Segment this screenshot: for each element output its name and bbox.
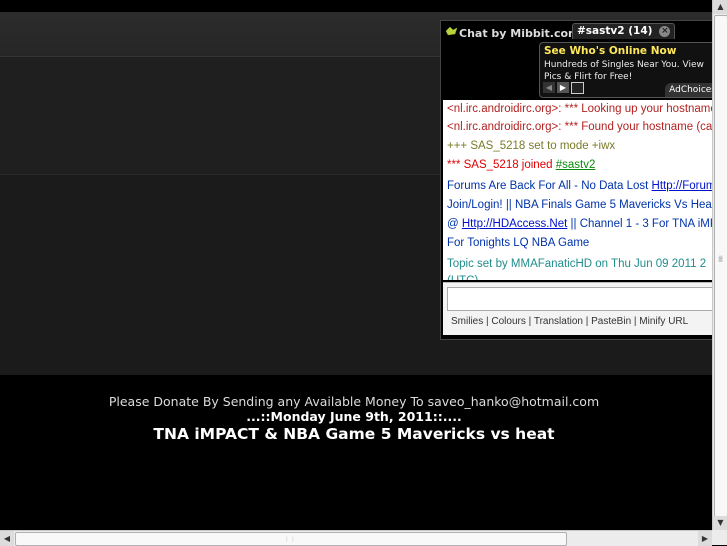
page-footer: Please Donate By Sending any Available M…: [0, 375, 712, 530]
hdaccess-link[interactable]: Http://HDAccess.Net: [462, 218, 567, 230]
chat-tools: Smilies | Colours | Translation | PasteB…: [451, 316, 689, 327]
chat-message: <nl.irc.androidirc.org>: *** Found your …: [447, 121, 713, 133]
translation-link[interactable]: Translation: [534, 316, 583, 327]
date-text: ...::Monday June 9th, 2011::....: [246, 409, 462, 424]
chat-messages: <nl.irc.androidirc.org>: *** Looking up …: [443, 100, 713, 280]
colours-link[interactable]: Colours: [491, 316, 525, 327]
vertical-scroll-thumb[interactable]: ≡ ≡: [714, 15, 727, 517]
ad-next-icon[interactable]: ▶: [557, 82, 569, 93]
chat-message: <nl.irc.androidirc.org>: *** Looking up …: [447, 103, 713, 115]
channel-link[interactable]: #sastv2: [556, 159, 596, 171]
tab-close-icon[interactable]: ×: [659, 26, 671, 37]
minify-url-link[interactable]: Minify URL: [639, 316, 688, 327]
topic-line: Forums Are Back For All - No Data Lost H…: [447, 177, 713, 196]
scroll-right-icon[interactable]: ▶: [698, 531, 712, 546]
forums-link[interactable]: Http://Forums: [652, 180, 713, 192]
chat-input-area: Smilies | Colours | Translation | PasteB…: [443, 282, 713, 335]
scroll-down-icon[interactable]: ▼: [713, 516, 727, 530]
ad-text[interactable]: Hundreds of Singles Near You. View Pics …: [544, 59, 713, 83]
chat-input[interactable]: [447, 287, 713, 311]
mibbit-chat-widget: Chat by Mibbit.com #sastv2 (14) × See Wh…: [440, 20, 714, 340]
topic-set-line: (UTC): [447, 272, 713, 280]
scrollbar-corner: [712, 530, 727, 545]
donate-text: Please Donate By Sending any Available M…: [108, 394, 600, 409]
mibbit-logo-icon: [445, 26, 458, 36]
ad-banner[interactable]: See Who's Online Now Hundreds of Singles…: [539, 42, 713, 98]
adchoices-badge[interactable]: AdChoices: [665, 83, 713, 97]
grip-icon: ⋮⋮: [284, 536, 296, 543]
smilies-link[interactable]: Smilies: [451, 316, 483, 327]
pastebin-link[interactable]: PasteBin: [591, 316, 631, 327]
page-top-bar: [0, 0, 712, 12]
topic-line: For Tonights LQ NBA Game: [447, 237, 590, 249]
topic-line: @ Http://HDAccess.Net || Channel 1 - 3 F…: [447, 218, 713, 230]
chat-message: +++ SAS_5218 set to mode +iwx: [447, 140, 616, 152]
grip-icon: ≡ ≡: [718, 254, 724, 264]
tab-sastv2[interactable]: #sastv2 (14) ×: [572, 23, 676, 39]
vertical-scrollbar[interactable]: ▲ ≡ ≡ ▼: [712, 0, 727, 530]
chat-title: Chat by Mibbit.com: [459, 27, 580, 40]
ad-prev-icon[interactable]: ◀: [543, 82, 555, 93]
horizontal-scroll-thumb[interactable]: ⋮⋮: [15, 532, 567, 546]
horizontal-scrollbar[interactable]: ◀ ⋮⋮ ▶: [0, 530, 712, 546]
topic-line: Join/Login! || NBA Finals Game 5 Maveric…: [447, 199, 713, 211]
tab-label: #sastv2 (14): [577, 25, 653, 37]
chat-message: *** SAS_5218 joined #sastv2: [447, 159, 596, 171]
scroll-left-icon[interactable]: ◀: [0, 531, 14, 546]
chat-header: Chat by Mibbit.com #sastv2 (14) × See Wh…: [441, 21, 713, 101]
ad-popout-icon[interactable]: [571, 82, 584, 94]
ad-title[interactable]: See Who's Online Now: [544, 45, 676, 57]
scroll-up-icon[interactable]: ▲: [713, 0, 727, 14]
page-headline: TNA iMPACT & NBA Game 5 Mavericks vs hea…: [153, 425, 555, 443]
